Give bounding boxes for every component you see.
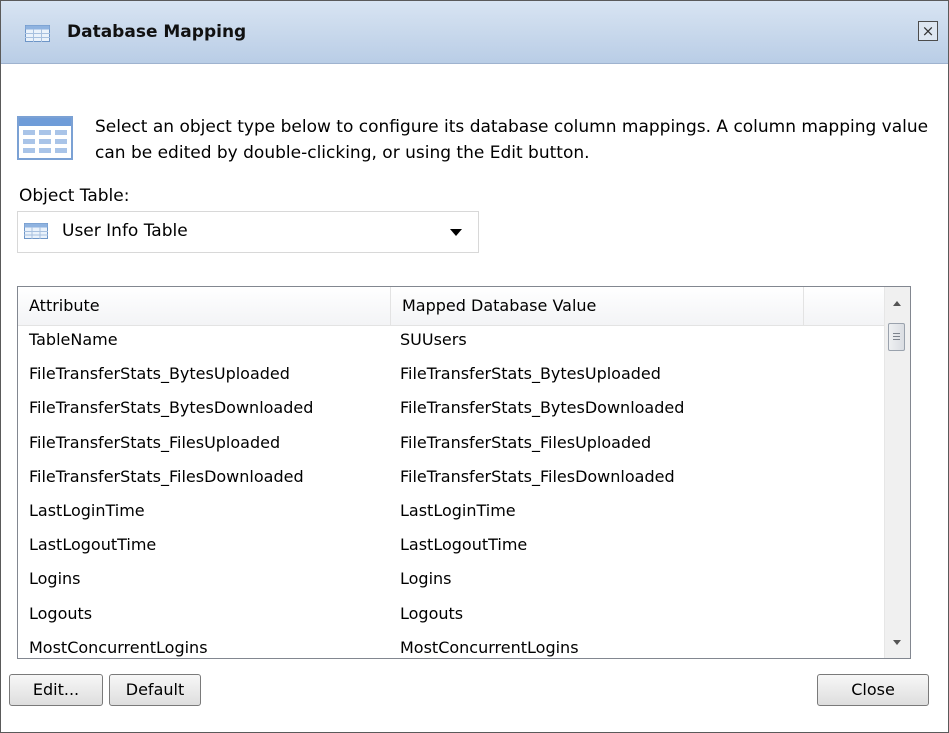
attribute-cell: FileTransferStats_FilesUploaded	[29, 432, 281, 452]
table-row[interactable]: FileTransferStats_FilesDownloaded FileTr…	[18, 463, 884, 497]
attribute-cell: FileTransferStats_FilesDownloaded	[29, 466, 304, 486]
chevron-down-icon[interactable]	[450, 229, 462, 236]
mapping-list[interactable]: Attribute Mapped Database Value TableNam…	[17, 286, 911, 659]
grip-line	[893, 339, 900, 340]
table-icon	[17, 116, 73, 160]
dropdown-selected-value: User Info Table	[62, 221, 188, 241]
scrollbar-thumb[interactable]	[888, 323, 905, 351]
title-bar[interactable]: Database Mapping ×	[1, 1, 948, 64]
table-icon	[24, 223, 48, 239]
table-row[interactable]: Logouts Logouts	[18, 600, 884, 634]
grip-line	[893, 333, 900, 334]
table-row[interactable]: Logins Logins	[18, 565, 884, 599]
mapped-value-cell: Logins	[400, 569, 452, 589]
table-row[interactable]: TableName SUUsers	[18, 326, 884, 360]
attribute-cell: Logins	[29, 569, 81, 589]
list-header: Attribute Mapped Database Value	[18, 287, 884, 326]
scroll-up-icon[interactable]	[893, 301, 901, 306]
scroll-down-icon[interactable]	[893, 640, 901, 645]
column-header-attribute[interactable]: Attribute	[18, 287, 391, 325]
object-table-dropdown[interactable]: User Info Table	[17, 211, 479, 253]
table-row[interactable]: FileTransferStats_BytesDownloaded FileTr…	[18, 394, 884, 428]
database-mapping-dialog: Database Mapping × Select an object type…	[0, 0, 949, 733]
dialog-body: Select an object type below to configure…	[1, 64, 948, 732]
mapped-value-cell: FileTransferStats_FilesUploaded	[400, 432, 652, 452]
attribute-cell: LastLoginTime	[29, 500, 145, 520]
mapped-value-cell: FileTransferStats_FilesDownloaded	[400, 466, 675, 486]
table-row[interactable]: LastLoginTime LastLoginTime	[18, 497, 884, 531]
window-title: Database Mapping	[67, 22, 247, 42]
attribute-cell: TableName	[29, 330, 118, 349]
vertical-scrollbar[interactable]	[884, 287, 910, 658]
attribute-cell: Logouts	[29, 603, 93, 623]
column-header-mapped-value[interactable]: Mapped Database Value	[391, 287, 804, 325]
table-icon	[25, 25, 50, 42]
grip-line	[893, 336, 900, 337]
list-rows: TableName SUUsers FileTransferStats_Byte…	[18, 326, 884, 658]
edit-button[interactable]: Edit...	[9, 674, 103, 706]
attribute-cell: LastLogoutTime	[29, 535, 157, 555]
mapped-value-cell: FileTransferStats_BytesDownloaded	[400, 398, 685, 418]
mapped-value-cell: SUUsers	[400, 330, 467, 349]
column-header-filler	[804, 287, 884, 325]
table-row[interactable]: LastLogoutTime LastLogoutTime	[18, 531, 884, 565]
default-button[interactable]: Default	[109, 674, 201, 706]
table-row[interactable]: FileTransferStats_FilesUploaded FileTran…	[18, 429, 884, 463]
close-icon: ×	[921, 22, 935, 40]
description-text: Select an object type below to configure…	[95, 117, 929, 163]
mapped-value-cell: LastLogoutTime	[400, 535, 528, 555]
attribute-cell: FileTransferStats_BytesDownloaded	[29, 398, 314, 418]
close-button[interactable]: Close	[817, 674, 929, 706]
object-table-label: Object Table:	[19, 186, 130, 206]
mapped-value-cell: LastLoginTime	[400, 500, 516, 520]
mapped-value-cell: FileTransferStats_BytesUploaded	[400, 364, 661, 384]
attribute-cell: MostConcurrentLogins	[29, 637, 208, 657]
table-row[interactable]: MostConcurrentLogins MostConcurrentLogin…	[18, 634, 884, 658]
table-row[interactable]: FileTransferStats_BytesUploaded FileTran…	[18, 360, 884, 394]
mapped-value-cell: MostConcurrentLogins	[400, 637, 579, 657]
close-window-button[interactable]: ×	[918, 21, 938, 41]
mapped-value-cell: Logouts	[400, 603, 464, 623]
attribute-cell: FileTransferStats_BytesUploaded	[29, 364, 290, 384]
